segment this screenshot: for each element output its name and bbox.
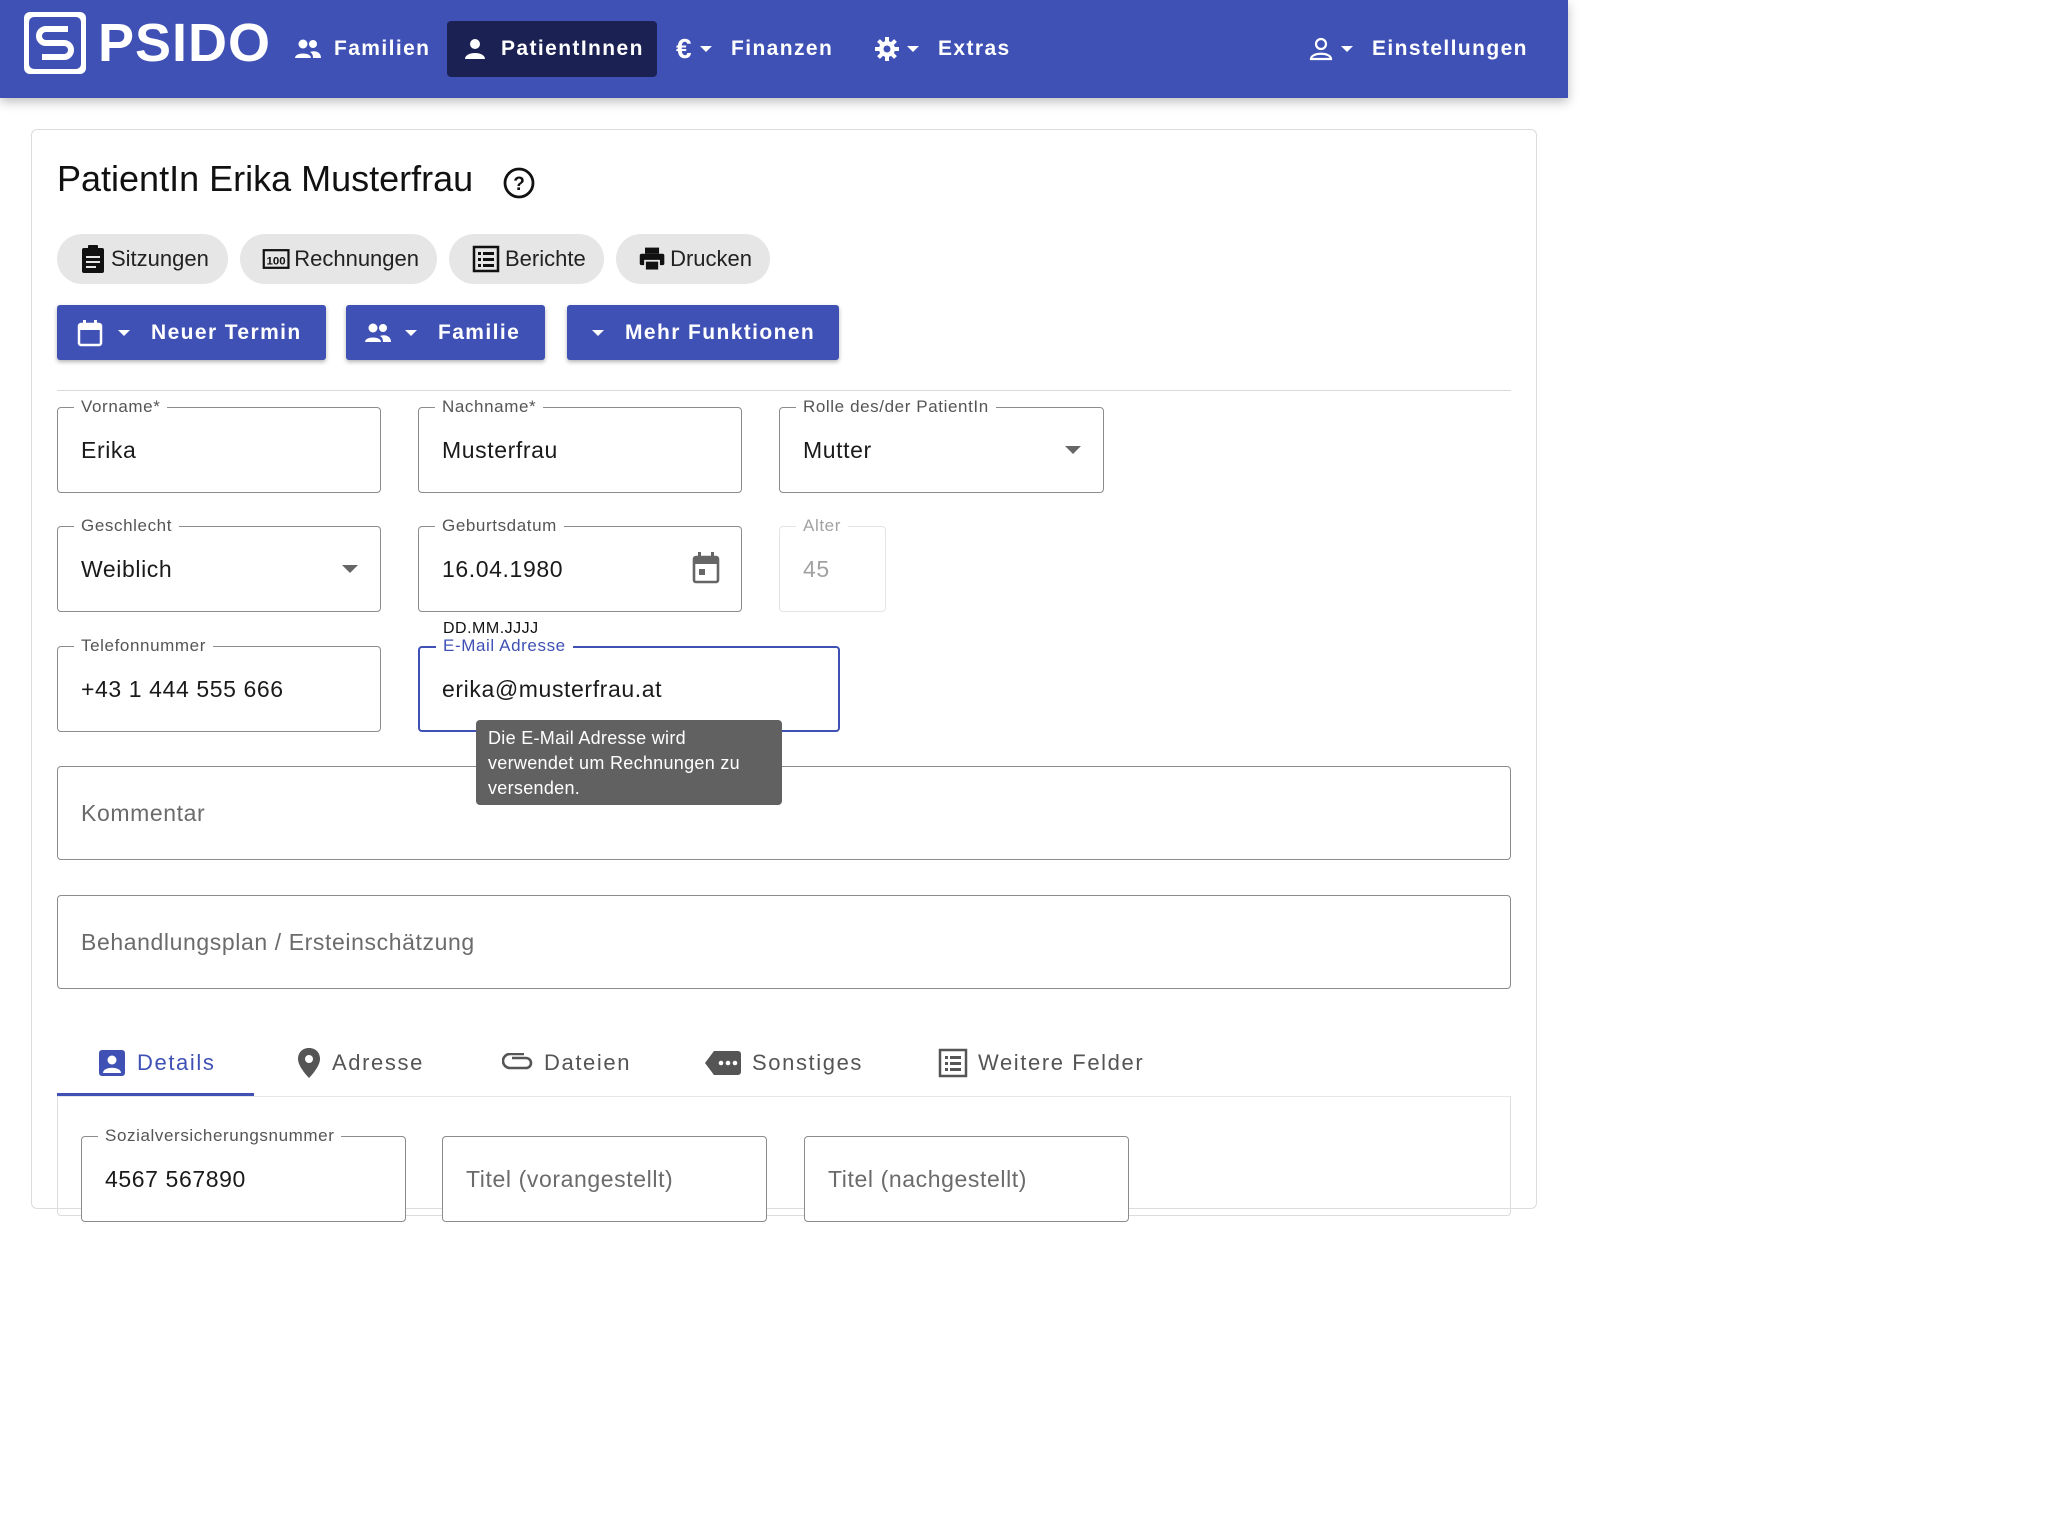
familie-button[interactable]: Familie xyxy=(346,305,545,360)
tab-details[interactable]: Details xyxy=(97,1032,215,1094)
calendar-icon xyxy=(77,319,103,346)
tab-adresse[interactable]: Adresse xyxy=(296,1032,424,1094)
telefon-value[interactable]: +43 1 444 555 666 xyxy=(81,647,284,731)
rolle-select[interactable]: Rolle des/der PatientIn Mutter xyxy=(779,396,1104,493)
tab-dateien-label: Dateien xyxy=(544,1050,632,1075)
rolle-value[interactable]: Mutter xyxy=(803,408,872,492)
nachname-value[interactable]: Musterfrau xyxy=(442,408,558,492)
sitzungen-chip[interactable]: Sitzungen xyxy=(57,234,228,284)
vorname-field[interactable]: Vorname* Erika xyxy=(57,396,381,493)
geschlecht-select[interactable]: Geschlecht Weiblich xyxy=(57,515,381,612)
section-divider xyxy=(57,390,1511,391)
titel-vorangestellt-field[interactable]: Titel (vorangestellt) xyxy=(442,1136,767,1222)
printer-icon xyxy=(639,247,665,272)
rechnungen-label: Rechnungen xyxy=(294,246,419,271)
titel-vorangestellt-placeholder: Titel (vorangestellt) xyxy=(466,1165,674,1192)
familie-label: Familie xyxy=(438,320,521,344)
dropdown-arrow-icon[interactable] xyxy=(1065,446,1081,454)
nav-finanzen-label: Finanzen xyxy=(730,37,834,60)
svg-text:100: 100 xyxy=(267,255,286,267)
geburtsdatum-field[interactable]: Geburtsdatum 16.04.1980 xyxy=(418,515,742,612)
nav-familien[interactable]: Familien xyxy=(282,21,442,77)
kommentar-textarea[interactable]: Kommentar xyxy=(57,766,1511,860)
svg-text:?: ? xyxy=(513,174,525,195)
drucken-chip[interactable]: Drucken xyxy=(616,234,770,284)
list-icon xyxy=(472,245,500,273)
nav-extras[interactable]: Extras xyxy=(862,21,1023,77)
sitzungen-label: Sitzungen xyxy=(111,246,209,271)
caret-down-icon xyxy=(118,329,130,336)
nav-finanzen[interactable]: € Finanzen xyxy=(664,21,845,77)
kommentar-placeholder: Kommentar xyxy=(81,799,206,826)
account-icon xyxy=(1309,37,1333,61)
berichte-label: Berichte xyxy=(505,246,586,271)
geschlecht-value[interactable]: Weiblich xyxy=(81,527,172,611)
attachment-icon xyxy=(502,1053,533,1070)
psido-logo-icon[interactable] xyxy=(24,12,86,74)
neuer-termin-button[interactable]: Neuer Termin xyxy=(57,305,326,360)
tab-details-label: Details xyxy=(137,1050,216,1075)
mehr-funktionen-button[interactable]: Mehr Funktionen xyxy=(567,305,839,360)
behandlungsplan-placeholder: Behandlungsplan / Ersteinschätzung xyxy=(81,928,475,955)
nav-familien-label: Familien xyxy=(334,37,431,60)
tab-adresse-label: Adresse xyxy=(332,1050,424,1075)
rechnungen-chip[interactable]: 100 Rechnungen xyxy=(240,234,437,284)
dropdown-arrow-icon[interactable] xyxy=(342,565,358,573)
gear-icon xyxy=(875,37,899,61)
mehr-funktionen-label: Mehr Funktionen xyxy=(625,320,816,344)
vorname-value[interactable]: Erika xyxy=(81,408,136,492)
geburtsdatum-value[interactable]: 16.04.1980 xyxy=(442,527,563,611)
help-icon[interactable]: ? xyxy=(502,166,536,200)
svnr-value[interactable]: 4567 567890 xyxy=(105,1137,246,1221)
tab-dateien[interactable]: Dateien xyxy=(502,1032,631,1094)
drucken-label: Drucken xyxy=(670,246,752,271)
berichte-chip[interactable]: Berichte xyxy=(449,234,604,284)
people-icon xyxy=(365,323,391,342)
person-icon xyxy=(465,39,485,59)
contact-card-icon xyxy=(99,1050,125,1076)
nachname-field[interactable]: Nachname* Musterfrau xyxy=(418,396,742,493)
list-icon xyxy=(938,1048,968,1078)
tab-weitere-felder-label: Weitere Felder xyxy=(978,1050,1145,1075)
alter-field: Alter 45 xyxy=(779,515,886,612)
caret-down-icon xyxy=(1341,46,1353,52)
brand-name[interactable]: PSIDO xyxy=(98,12,271,74)
caret-down-icon xyxy=(592,329,604,336)
email-tooltip: Die E-Mail Adresse wird verwendet um Rec… xyxy=(476,720,782,805)
top-app-bar: PSIDO Familien PatientInnen € Finanzen E… xyxy=(0,0,1568,98)
caret-down-icon xyxy=(907,46,919,52)
svnr-field[interactable]: Sozialversicherungsnummer 4567 567890 xyxy=(81,1125,406,1222)
behandlungsplan-textarea[interactable]: Behandlungsplan / Ersteinschätzung xyxy=(57,895,1511,989)
euro-icon: € xyxy=(676,33,693,64)
nav-patientinnen[interactable]: PatientInnen xyxy=(447,21,657,77)
caret-down-icon xyxy=(405,329,417,336)
caret-down-icon xyxy=(699,46,712,52)
titel-nachgestellt-placeholder: Titel (nachgestellt) xyxy=(828,1165,1028,1192)
tab-sonstiges-label: Sonstiges xyxy=(752,1050,864,1075)
telefon-field[interactable]: Telefonnummer +43 1 444 555 666 xyxy=(57,635,381,732)
alter-value: 45 xyxy=(803,555,830,582)
clipboard-icon xyxy=(82,245,104,273)
neuer-termin-label: Neuer Termin xyxy=(151,320,302,344)
location-pin-icon xyxy=(298,1048,320,1078)
titel-nachgestellt-field[interactable]: Titel (nachgestellt) xyxy=(804,1136,1129,1222)
nav-extras-label: Extras xyxy=(938,37,1011,60)
nav-patientinnen-label: PatientInnen xyxy=(501,37,644,60)
page-title: PatientIn Erika Musterfrau xyxy=(57,158,474,199)
email-value[interactable]: erika@musterfrau.at xyxy=(442,648,662,730)
calendar-icon[interactable] xyxy=(691,551,721,585)
tab-sonstiges[interactable]: Sonstiges xyxy=(704,1032,863,1094)
people-icon xyxy=(295,39,321,58)
more-label-icon xyxy=(705,1051,741,1075)
tab-weitere-felder[interactable]: Weitere Felder xyxy=(938,1032,1144,1094)
counter-icon: 100 xyxy=(262,249,290,269)
nav-einstellungen-label: Einstellungen xyxy=(1372,37,1528,60)
nav-einstellungen[interactable]: Einstellungen xyxy=(1296,21,1540,77)
